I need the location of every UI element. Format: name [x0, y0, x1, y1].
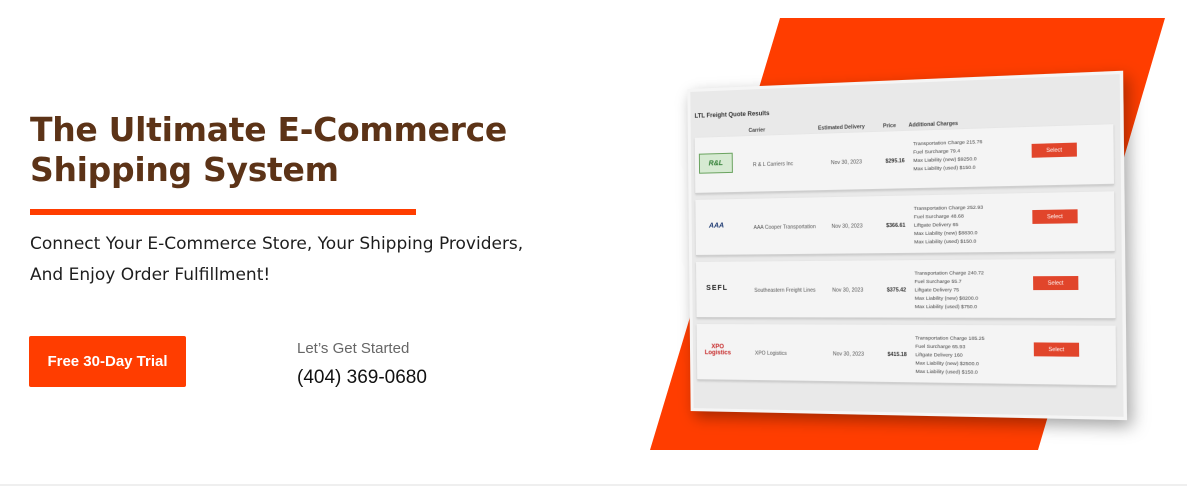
charge-line: Liftgate Delivery 75	[914, 288, 960, 294]
hero-copy: The Ultimate E-Commerce Shipping System …	[30, 110, 590, 291]
select-quote-button[interactable]: Select	[1033, 342, 1080, 357]
quote-row: SEFL Southeastern Freight Lines Nov 30, …	[696, 258, 1116, 320]
additional-charges: Transportation Charge 215.76 Fuel Surcha…	[913, 139, 983, 175]
quote-row: R&L R & L Carriers Inc Nov 30, 2023 $295…	[694, 124, 1115, 194]
contact-block: Let’s Get Started (404) 369-0680	[297, 340, 427, 389]
carrier-name: R & L Carriers Inc	[752, 161, 794, 169]
header-charges: Additional Charges	[908, 120, 959, 129]
quote-results-screenshot: LTL Freight Quote Results Carrier Estima…	[687, 70, 1128, 421]
carrier-name: XPO Logistics	[754, 350, 787, 357]
select-quote-button[interactable]: Select	[1031, 142, 1077, 158]
carrier-logo-text: AAA	[708, 221, 725, 230]
select-quote-button[interactable]: Select	[1033, 275, 1079, 291]
phone-number[interactable]: (404) 369-0680	[297, 367, 427, 389]
hero-subtitle: Connect Your E-Commerce Store, Your Ship…	[30, 229, 590, 291]
charge-line: Max Liability (used) $150.0	[915, 369, 978, 376]
quote-price: $415.18	[887, 351, 907, 359]
free-trial-button[interactable]: Free 30-Day Trial	[29, 336, 186, 387]
additional-charges: Transportation Charge 240.72 Fuel Surcha…	[914, 270, 984, 312]
carrier-name: Southeastern Freight Lines	[754, 287, 816, 294]
additional-charges: Transportation Charge 252.93 Fuel Surcha…	[914, 205, 984, 248]
delivery-date: Nov 30, 2023	[832, 351, 865, 358]
quote-row: XPO Logistics XPO Logistics Nov 30, 2023…	[696, 324, 1117, 387]
headline-line-1: The Ultimate E-Commerce	[30, 110, 507, 149]
quote-price: $366.61	[886, 222, 906, 230]
charge-line: Max Liability (used) $150.0	[913, 165, 976, 173]
delivery-date: Nov 30, 2023	[832, 287, 864, 294]
header-carrier: Carrier	[748, 127, 766, 135]
carrier-logo-xpo: XPO Logistics	[701, 340, 735, 360]
charge-line: Max Liability (new) $8200.0	[914, 296, 979, 302]
contact-label: Let’s Get Started	[297, 340, 410, 357]
additional-charges: Transportation Charge 185.25 Fuel Surcha…	[915, 335, 985, 378]
carrier-logo-text: SEFL	[706, 284, 729, 292]
select-quote-button[interactable]: Select	[1032, 209, 1078, 224]
carrier-logo-text: XPO Logistics	[704, 344, 731, 357]
charge-line: Max Liability (used) $150.0	[914, 239, 977, 246]
quote-price: $375.42	[886, 287, 907, 294]
subtitle-line-1: Connect Your E-Commerce Store, Your Ship…	[30, 234, 524, 255]
headline-divider	[30, 209, 416, 216]
delivery-date: Nov 30, 2023	[830, 159, 862, 167]
carrier-logo-aaa: AAA	[700, 215, 734, 236]
charge-line: Fuel Surcharge 55.7	[914, 279, 962, 286]
quote-panel-title: LTL Freight Quote Results	[694, 110, 770, 120]
hero-headline: The Ultimate E-Commerce Shipping System	[30, 110, 590, 189]
carrier-logo-text: R&L	[708, 159, 724, 167]
carrier-name: AAA Cooper Transportation	[753, 224, 816, 232]
quote-price: $295.16	[885, 158, 905, 165]
charge-line: Max Liability (used) $750.0	[914, 305, 978, 311]
subtitle-line-2: And Enjoy Order Fulfillment!	[30, 265, 271, 286]
delivery-date: Nov 30, 2023	[831, 223, 863, 230]
carrier-logo-rl: R&L	[698, 152, 733, 174]
cta-row: Free 30-Day Trial Let’s Get Started (404…	[29, 336, 589, 388]
charge-line: Transportation Charge 240.72	[914, 271, 984, 277]
header-price: Price	[882, 122, 897, 130]
headline-line-2: Shipping System	[30, 149, 339, 189]
quote-row: AAA AAA Cooper Transportation Nov 30, 20…	[695, 191, 1115, 256]
header-delivery: Estimated Delivery	[817, 123, 865, 132]
carrier-logo-sefl: SEFL	[700, 278, 734, 298]
